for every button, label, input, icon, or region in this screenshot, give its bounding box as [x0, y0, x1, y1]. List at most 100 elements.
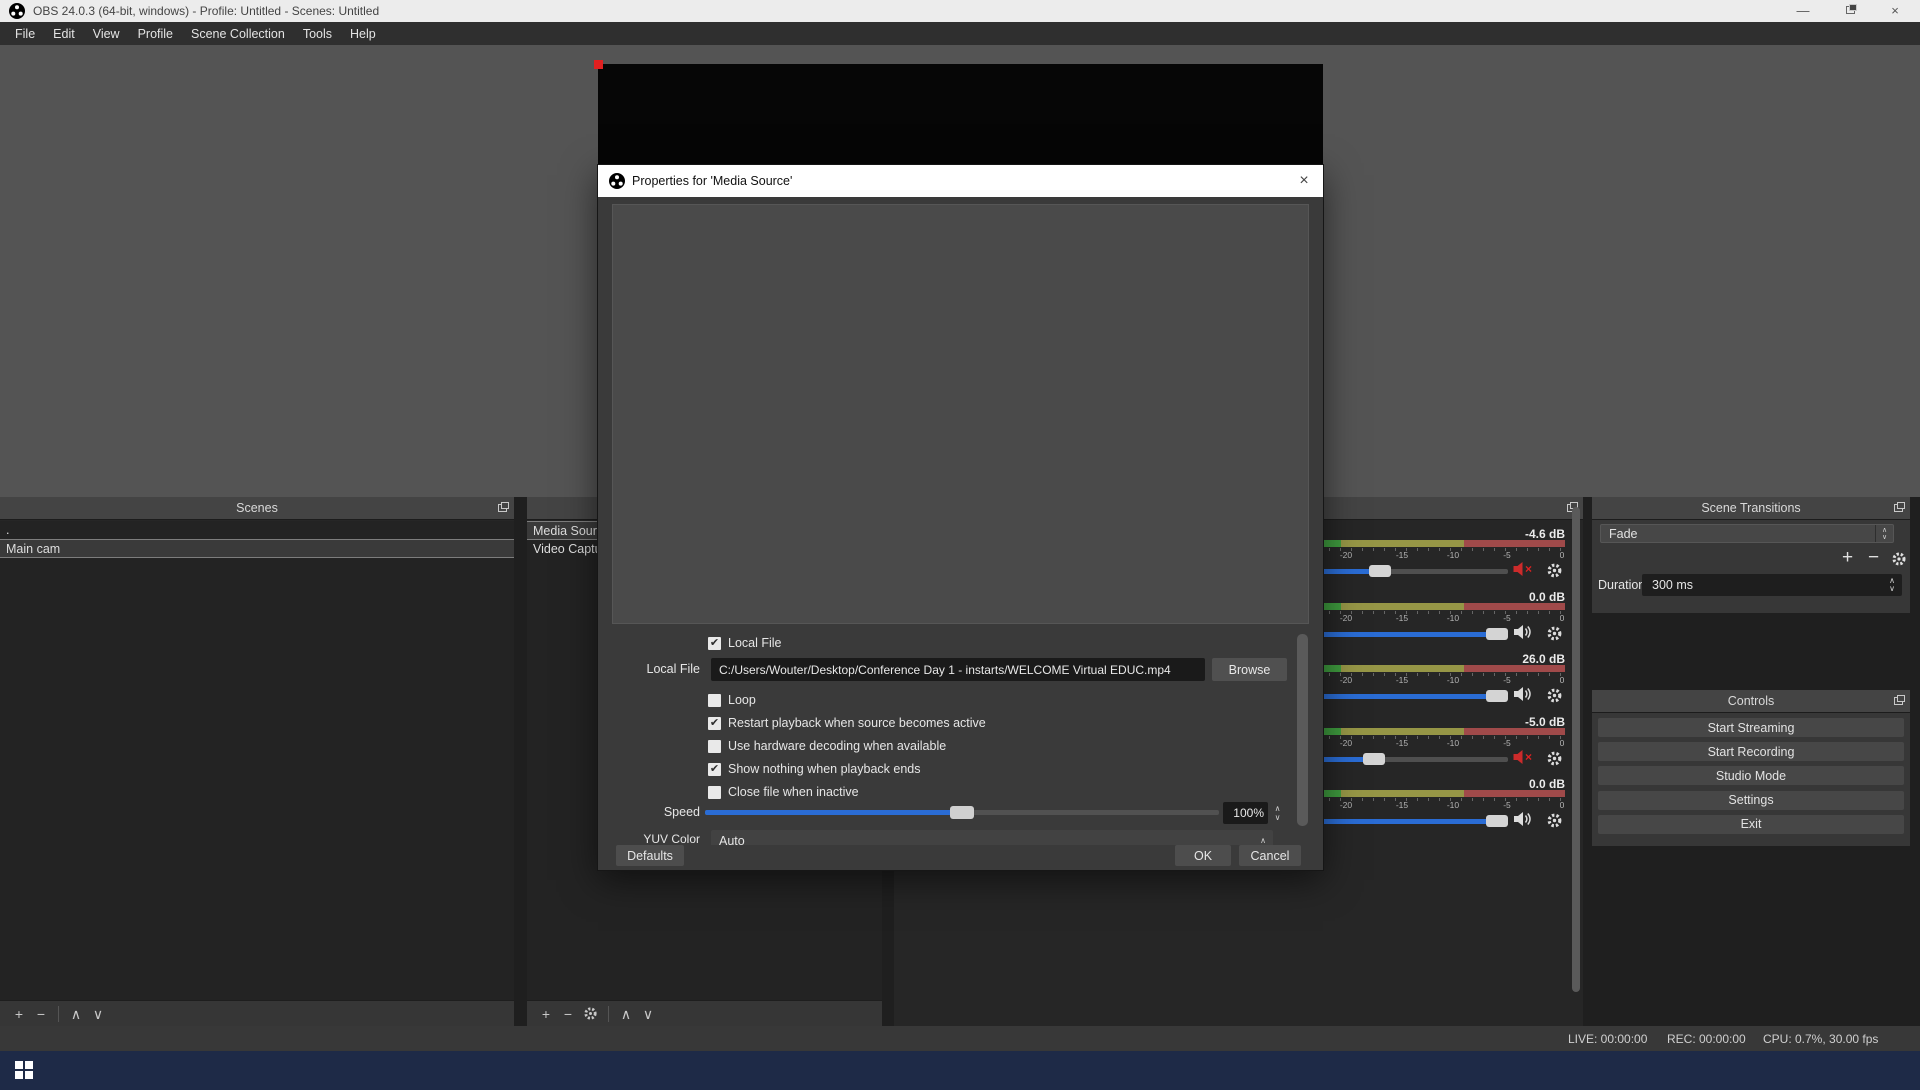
- popout-icon[interactable]: [1894, 697, 1903, 705]
- meter-tick-label: -5: [1493, 738, 1521, 748]
- remove-transition-button[interactable]: −: [1868, 550, 1879, 566]
- channel-settings-gear-icon[interactable]: [1546, 562, 1563, 579]
- add-transition-button[interactable]: +: [1842, 550, 1853, 566]
- duration-spinner[interactable]: 300 ms ∧∨: [1642, 574, 1902, 596]
- settings-button[interactable]: Settings: [1598, 791, 1904, 810]
- speed-spinner-arrows[interactable]: ∧∨: [1269, 802, 1286, 824]
- chevron-updown-icon[interactable]: ∧∨: [1875, 525, 1893, 542]
- volume-meter-yellow: [1341, 603, 1464, 610]
- meter-tick-label: -20: [1332, 613, 1360, 623]
- volume-meter-red: [1464, 790, 1565, 797]
- minimize-button[interactable]: —: [1794, 3, 1812, 19]
- meter-tick-label: -20: [1332, 675, 1360, 685]
- volume-slider-handle[interactable]: [1363, 753, 1385, 765]
- menu-item-view[interactable]: View: [84, 24, 129, 44]
- move-scene-up-button[interactable]: ∧: [65, 1002, 87, 1026]
- browse-button[interactable]: Browse: [1212, 658, 1287, 681]
- speed-slider-handle[interactable]: [950, 806, 974, 819]
- menu-item-file[interactable]: File: [6, 24, 44, 44]
- add-source-button[interactable]: +: [535, 1002, 557, 1026]
- start-streaming-button[interactable]: Start Streaming: [1598, 718, 1904, 737]
- rec-time: REC: 00:00:00: [1667, 1032, 1746, 1046]
- db-value: 0.0 dB: [1529, 590, 1565, 604]
- taskbar: [0, 1051, 1920, 1090]
- speed-value[interactable]: 100%: [1223, 802, 1268, 824]
- studio-mode-button[interactable]: Studio Mode: [1598, 766, 1904, 785]
- restore-button[interactable]: [1840, 3, 1858, 19]
- volume-slider-handle[interactable]: [1486, 690, 1508, 702]
- move-source-up-button[interactable]: ∧: [615, 1002, 637, 1026]
- channel-settings-gear-icon[interactable]: [1546, 687, 1563, 704]
- show-nothing-when-playback-ends-checkbox-row[interactable]: ✔Show nothing when playback ends: [708, 761, 921, 777]
- menu-item-edit[interactable]: Edit: [44, 24, 84, 44]
- local-file-input[interactable]: [711, 658, 1205, 681]
- volume-meter-red: [1464, 728, 1565, 735]
- live-time: LIVE: 00:00:00: [1568, 1032, 1647, 1046]
- restart-playback-when-source-becomes-active-checkbox-row[interactable]: ✔Restart playback when source becomes ac…: [708, 715, 986, 731]
- local-file-checkbox-row[interactable]: ✔ Local File: [708, 635, 782, 651]
- menu-item-help[interactable]: Help: [341, 24, 385, 44]
- local-file-checkbox[interactable]: ✔: [708, 637, 721, 650]
- volume-meter-red: [1464, 665, 1565, 672]
- use-hardware-decoding-when-available-checkbox[interactable]: [708, 740, 721, 753]
- meter-tick-label: -15: [1388, 550, 1416, 560]
- local-file-label: Local File: [618, 662, 700, 676]
- speaker-icon[interactable]: [1512, 624, 1538, 642]
- close-file-when-inactive-checkbox-row[interactable]: Close file when inactive: [708, 784, 859, 800]
- transition-select[interactable]: Fade ∧∨: [1600, 524, 1894, 543]
- exit-button[interactable]: Exit: [1598, 815, 1904, 834]
- spinner-arrows-icon[interactable]: ∧∨: [1884, 574, 1900, 596]
- meter-tick-label: -15: [1388, 738, 1416, 748]
- close-file-when-inactive-checkbox[interactable]: [708, 786, 721, 799]
- show-nothing-when-playback-ends-checkbox[interactable]: ✔: [708, 763, 721, 776]
- scene-item[interactable]: Main cam: [0, 539, 514, 558]
- start-button[interactable]: [15, 1061, 33, 1079]
- menu-bar: FileEditViewProfileScene CollectionTools…: [0, 22, 1920, 45]
- speaker-icon[interactable]: [1512, 686, 1538, 704]
- obs-logo-icon: [9, 3, 25, 19]
- mute-speaker-icon[interactable]: ×: [1512, 749, 1538, 767]
- remove-scene-button[interactable]: −: [30, 1002, 52, 1026]
- start-recording-button[interactable]: Start Recording: [1598, 742, 1904, 761]
- transition-settings-gear-icon[interactable]: [1891, 551, 1907, 567]
- yuv-color-range-label: YUV Color Range: [618, 832, 700, 845]
- transitions-panel-title: Scene Transitions: [1701, 501, 1800, 515]
- dialog-titlebar: Properties for 'Media Source' ×: [598, 165, 1323, 197]
- defaults-button[interactable]: Defaults: [616, 845, 684, 866]
- loop-checkbox[interactable]: [708, 694, 721, 707]
- popout-icon[interactable]: [1894, 504, 1903, 512]
- loop-checkbox-row[interactable]: Loop: [708, 692, 756, 708]
- scene-item[interactable]: .: [0, 521, 514, 539]
- channel-settings-gear-icon[interactable]: [1546, 812, 1563, 829]
- use-hardware-decoding-when-available-checkbox-row[interactable]: Use hardware decoding when available: [708, 738, 946, 754]
- properties-dialog: Properties for 'Media Source' × ✔ Local …: [598, 165, 1323, 870]
- move-scene-down-button[interactable]: ∨: [87, 1002, 109, 1026]
- dialog-title: Properties for 'Media Source': [632, 174, 792, 188]
- scenes-toolbar: + − ∧ ∨: [0, 1000, 514, 1026]
- source-properties-gear-icon[interactable]: [583, 1006, 598, 1021]
- menu-item-scene-collection[interactable]: Scene Collection: [182, 24, 294, 44]
- restart-playback-when-source-becomes-active-checkbox[interactable]: ✔: [708, 717, 721, 730]
- mute-speaker-icon[interactable]: ×: [1512, 561, 1538, 579]
- cancel-button[interactable]: Cancel: [1239, 845, 1301, 866]
- mixer-scrollbar[interactable]: [1572, 507, 1580, 992]
- yuv-color-range-select[interactable]: Auto ∧: [711, 830, 1273, 845]
- volume-slider-handle[interactable]: [1486, 628, 1508, 640]
- channel-settings-gear-icon[interactable]: [1546, 750, 1563, 767]
- dialog-scrollbar[interactable]: [1297, 634, 1308, 826]
- volume-slider-handle[interactable]: [1369, 565, 1391, 577]
- menu-item-tools[interactable]: Tools: [294, 24, 341, 44]
- volume-slider-handle[interactable]: [1486, 815, 1508, 827]
- dialog-close-button[interactable]: ×: [1295, 172, 1313, 190]
- menu-item-profile[interactable]: Profile: [129, 24, 182, 44]
- add-scene-button[interactable]: +: [8, 1002, 30, 1026]
- close-button[interactable]: ×: [1886, 3, 1904, 19]
- move-source-down-button[interactable]: ∨: [637, 1002, 659, 1026]
- speaker-icon[interactable]: [1512, 811, 1538, 829]
- ok-button[interactable]: OK: [1175, 845, 1231, 866]
- volume-meter-yellow: [1341, 540, 1464, 547]
- selection-handle[interactable]: [594, 60, 603, 69]
- channel-settings-gear-icon[interactable]: [1546, 625, 1563, 642]
- remove-source-button[interactable]: −: [557, 1002, 579, 1026]
- popout-icon[interactable]: [498, 504, 507, 512]
